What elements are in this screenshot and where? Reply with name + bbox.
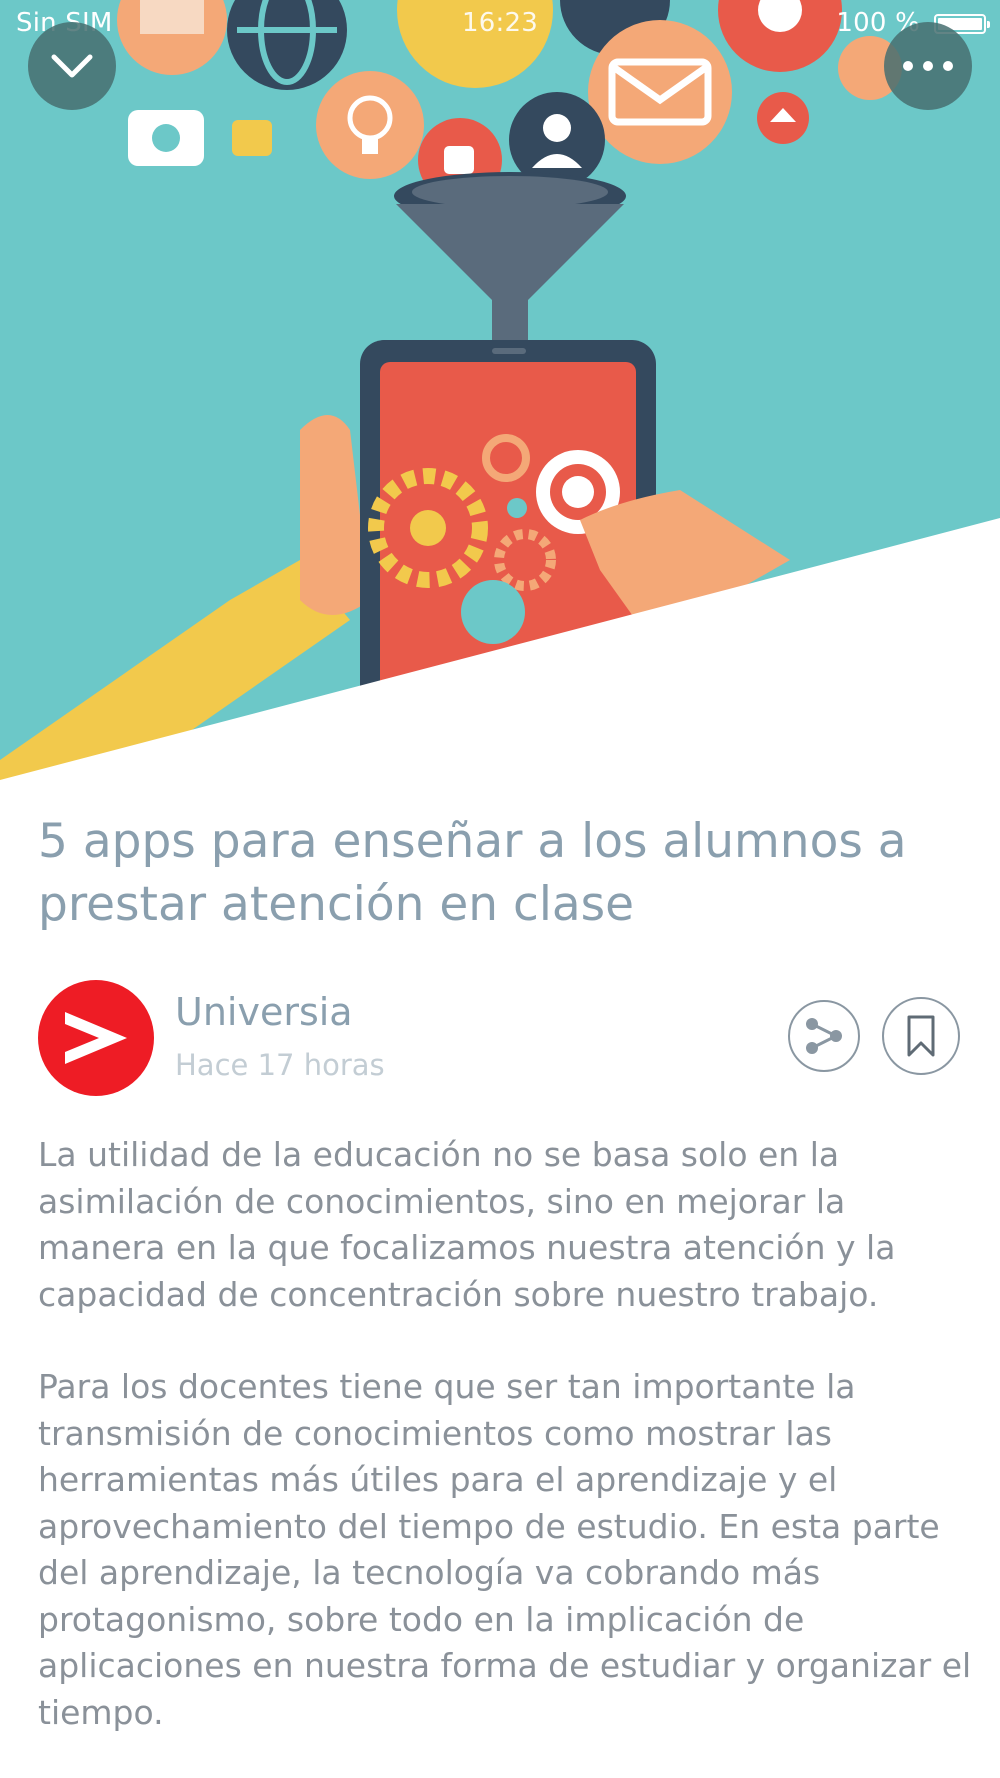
lightbulb-icon [316,71,424,179]
share-icon [806,1018,842,1054]
share-button[interactable] [788,1000,860,1072]
article-paragraph: La utilidad de la educación no se basa s… [38,1135,896,1314]
article-title: 5 apps para enseñar a los alumnos a pres… [38,814,907,932]
source-name[interactable]: Universia [175,990,353,1034]
article-screen: Sin SIM 16:23 100 % 5 apps para enseñar … [0,0,1000,1778]
ellipsis-icon [903,61,953,71]
like-icon [232,120,272,156]
hero-illustration [0,0,1000,780]
article-paragraph: Para los docentes tiene que ser tan impo… [38,1367,972,1732]
universia-logo-icon [65,1012,127,1064]
collapse-button[interactable] [28,22,116,110]
source-logo[interactable] [38,980,154,1096]
bookmark-button[interactable] [882,997,960,1075]
more-options-button[interactable] [884,22,972,110]
published-time: Hace 17 horas [175,1048,385,1082]
bookmark-icon [907,1015,935,1057]
chevron-down-icon [51,54,93,78]
hero-image [0,0,1000,780]
